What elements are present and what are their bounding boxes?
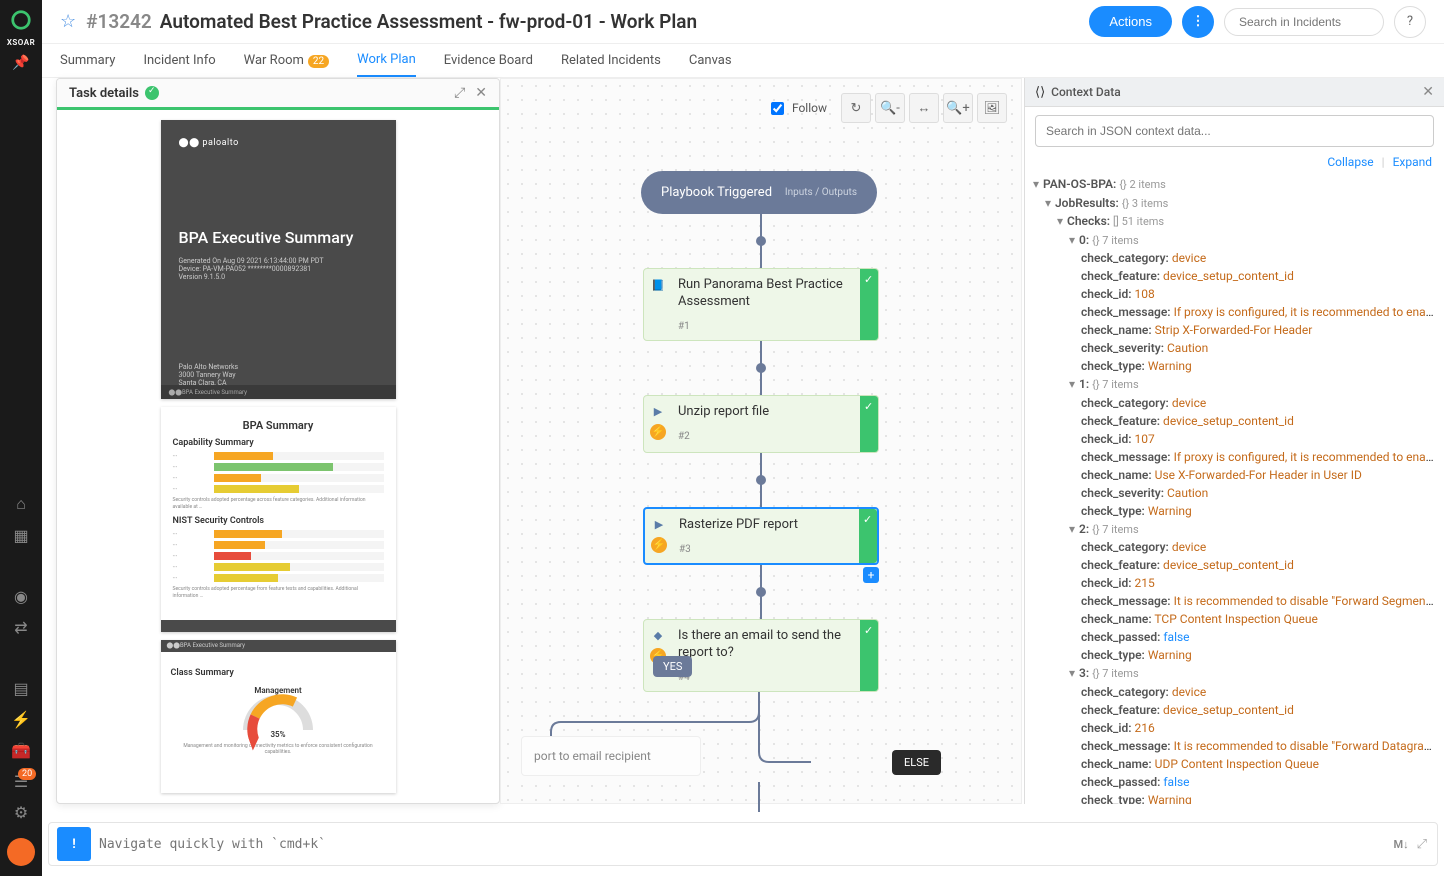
fit-icon[interactable]: ↔ — [909, 93, 939, 123]
playbook-trigger[interactable]: Playbook Triggered Inputs / Outputs — [641, 171, 877, 214]
bolt-icon: ⚡ — [651, 537, 667, 553]
follow-label: Follow — [792, 101, 827, 115]
flow-icon[interactable]: ⇄ — [14, 618, 27, 637]
report-footer: Palo Alto Networks 3000 Tannery Way Sant… — [179, 363, 239, 387]
page-header: ☆ #13242 Automated Best Practice Assessm… — [42, 0, 1444, 44]
left-nav-rail: XSOAR 📌 ⌂ ▦ ◉ ⇄ ▤ ⚡ 🧰 ☰20 ⚙ — [0, 0, 42, 876]
home-icon[interactable]: ⌂ — [16, 494, 26, 514]
ghost-task[interactable]: port to email recipient — [521, 736, 701, 776]
gauge-chart — [243, 695, 313, 730]
help-button[interactable]: ? — [1394, 6, 1426, 38]
brand-logo[interactable] — [5, 4, 37, 36]
expand-link[interactable]: Expand — [1393, 155, 1432, 169]
tab-canvas[interactable]: Canvas — [689, 45, 732, 76]
report-section-3: Class Summary — [171, 668, 386, 678]
page-title: Automated Best Practice Assessment - fw-… — [160, 10, 697, 33]
trigger-title: Playbook Triggered — [661, 185, 772, 200]
globe-icon[interactable]: ◉ — [14, 587, 28, 606]
bolt-icon[interactable]: ⚡ — [11, 710, 31, 729]
report-meta: Generated On Aug 09 2021 6:13:44:00 PM P… — [179, 257, 378, 281]
report-section-1: Capability Summary — [173, 438, 384, 448]
report-page-gauge: ⬤⬤ BPA Executive Summary Class Summary M… — [161, 640, 396, 793]
task-ok-icon — [860, 396, 878, 452]
trigger-io: Inputs / Outputs — [785, 187, 857, 198]
context-panel: ⟨⟩ Context Data ✕ Collapse | Expand ▾PAN… — [1024, 78, 1444, 804]
close-icon[interactable]: ✕ — [475, 85, 487, 101]
tab-summary[interactable]: Summary — [60, 45, 115, 76]
report-page2-title: BPA Summary — [173, 419, 384, 432]
war-room-badge: 22 — [308, 55, 329, 68]
playbook-canvas[interactable]: Follow ↻ 🔍- ↔ 🔍+ 🖼 Playbook Triggered In… — [500, 78, 1022, 804]
task-details-panel: Task details ⤢ ✕ ⬤⬤ paloalto BPA Executi… — [56, 78, 500, 804]
stack-icon[interactable]: ☰20 — [14, 772, 28, 791]
task-ok-icon — [860, 269, 878, 340]
task-3[interactable]: ▶⚡ Rasterize PDF report#3 + — [643, 507, 879, 565]
status-ok-icon — [145, 86, 159, 100]
brand-name: XSOAR — [7, 38, 35, 47]
refresh-icon[interactable]: ↻ — [841, 93, 871, 123]
report-page-cover: ⬤⬤ paloalto BPA Executive Summary Genera… — [161, 120, 396, 399]
branch-else[interactable]: ELSE — [892, 750, 941, 775]
diamond-icon: ◆ — [650, 628, 666, 644]
command-icon[interactable]: ! — [57, 827, 91, 861]
context-header: ⟨⟩ Context Data ✕ — [1025, 78, 1444, 107]
tab-war-room-label: War Room — [244, 53, 304, 68]
expand-icon[interactable]: ⤢ — [454, 85, 465, 101]
dashboard-icon[interactable]: ▦ — [13, 526, 28, 545]
context-actions: Collapse | Expand — [1025, 155, 1444, 173]
task-ok-icon — [860, 620, 878, 691]
task-ok-icon — [859, 509, 877, 563]
star-icon[interactable]: ☆ — [60, 11, 76, 32]
context-tree[interactable]: ▾PAN-OS-BPA: {} 2 items▾JobResults: {} 3… — [1025, 173, 1444, 804]
context-title: Context Data — [1051, 85, 1121, 99]
play-icon: ▶ — [651, 517, 667, 533]
actions-button[interactable]: Actions — [1089, 6, 1172, 37]
incident-id: #13242 — [86, 10, 152, 33]
tab-evidence-board[interactable]: Evidence Board — [444, 45, 533, 76]
follow-checkbox[interactable] — [771, 102, 784, 115]
tab-related-incidents[interactable]: Related Incidents — [561, 45, 661, 76]
toolbox-icon[interactable]: 🧰 — [11, 741, 31, 760]
command-input[interactable] — [99, 837, 1385, 852]
search-input[interactable] — [1224, 8, 1384, 36]
book-icon[interactable]: ▤ — [13, 679, 28, 698]
task-panel-header: Task details ⤢ ✕ — [57, 79, 499, 110]
task-2[interactable]: ▶⚡ Unzip report file#2 — [643, 395, 879, 453]
task-panel-body[interactable]: ⬤⬤ paloalto BPA Executive Summary Genera… — [57, 110, 499, 803]
expand-input-icon[interactable]: ⤢ — [1417, 837, 1427, 852]
avatar[interactable] — [7, 838, 35, 866]
zoom-in-icon[interactable]: 🔍+ — [943, 93, 973, 123]
add-task-button[interactable]: + — [863, 567, 879, 583]
tab-work-plan[interactable]: Work Plan — [357, 44, 416, 77]
task-1[interactable]: 📘 Run Panorama Best Practice Assessment#… — [643, 268, 879, 341]
pin-icon[interactable]: 📌 — [12, 55, 29, 71]
report-footer-bar: ⬤⬤ BPA Executive Summary — [161, 385, 396, 399]
report-title: BPA Executive Summary — [179, 228, 378, 247]
context-search-input[interactable] — [1035, 115, 1434, 147]
play-icon: ▶ — [650, 404, 666, 420]
markdown-toggle[interactable]: M↓ — [1393, 838, 1408, 851]
gear-icon[interactable]: ⚙ — [14, 803, 28, 822]
canvas-toolbar: Follow ↻ 🔍- ↔ 🔍+ 🖼 — [771, 93, 1007, 123]
rail-badge: 20 — [18, 768, 36, 780]
info-button[interactable]: ⋮ — [1182, 6, 1214, 38]
command-bar: ! M↓ ⤢ — [48, 822, 1438, 866]
tab-war-room[interactable]: War Room 22 — [244, 45, 330, 76]
book-icon: 📘 — [650, 277, 666, 293]
branch-yes[interactable]: YES — [653, 656, 692, 677]
image-icon[interactable]: 🖼 — [977, 93, 1007, 123]
incident-tabs: Summary Incident Info War Room 22 Work Pl… — [42, 44, 1444, 78]
report-page-summary: BPA Summary Capability Summary ··· ··· ·… — [161, 407, 396, 632]
report-brand: ⬤⬤ paloalto — [179, 138, 378, 148]
task-panel-title: Task details — [69, 86, 139, 101]
close-icon[interactable]: ✕ — [1422, 84, 1434, 100]
tab-incident-info[interactable]: Incident Info — [143, 45, 215, 76]
report-section-2: NIST Security Controls — [173, 516, 384, 526]
collapse-link[interactable]: Collapse — [1327, 155, 1373, 169]
bolt-icon: ⚡ — [650, 424, 666, 440]
brackets-icon: ⟨⟩ — [1035, 85, 1045, 100]
zoom-out-icon[interactable]: 🔍- — [875, 93, 905, 123]
